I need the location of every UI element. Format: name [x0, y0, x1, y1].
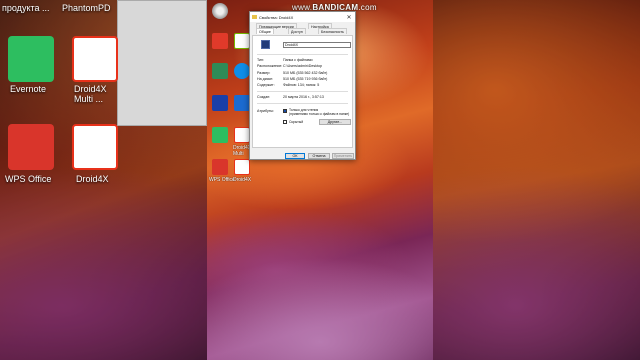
- tab-sharing[interactable]: Доступ: [288, 28, 306, 34]
- left-blurred-background: продукта ... PhantomPD Evernote Droid4X …: [0, 0, 207, 360]
- wps-office-icon[interactable]: [212, 159, 228, 175]
- hidden-label: Скрытый: [289, 120, 304, 124]
- wps-office-icon[interactable]: [8, 124, 54, 170]
- cd-icon[interactable]: [212, 3, 228, 19]
- dialog-titlebar[interactable]: Свойства: Droid4X ✕: [250, 12, 355, 22]
- attributes-label: Атрибуты:: [257, 109, 274, 113]
- droid4x-icon[interactable]: [234, 159, 250, 175]
- desktop-label-droid4x: Droid4X: [233, 177, 252, 183]
- row-size: Размер: 510 МБ (535 562 432 байт): [257, 71, 328, 75]
- tab-security[interactable]: Безопасность: [318, 28, 347, 34]
- readonly-sublabel: (применимо только к файлам в папке): [289, 112, 350, 116]
- left-label-evernote: Evernote: [10, 84, 47, 94]
- droid4x-icon[interactable]: [72, 124, 118, 170]
- folder-name-field[interactable]: Droid4X: [283, 42, 351, 48]
- left-top-text-1: продукта ...: [2, 3, 50, 13]
- row-location: Расположение:C:\Users\admin\Desktop: [257, 64, 322, 68]
- teamviewer-icon[interactable]: [234, 63, 250, 79]
- droid4x-multi-icon[interactable]: [234, 127, 250, 143]
- row-created: Создан: 20 марта 2016 г., 3:57:13: [257, 95, 324, 99]
- tab-general[interactable]: Общие: [256, 28, 274, 34]
- evernote-icon[interactable]: [8, 36, 54, 82]
- divider: [257, 91, 348, 92]
- dialog-title: Свойства: Droid4X: [259, 14, 294, 20]
- properties-dialog: Свойства: Droid4X ✕ Предыдущие версии На…: [249, 11, 356, 160]
- left-label-droid4x: Droid4X: [76, 174, 109, 184]
- app-icon[interactable]: [234, 95, 250, 111]
- desktop-label-wps-office: WPS Office: [209, 177, 235, 183]
- readonly-checkbox[interactable]: [283, 109, 287, 113]
- folder-icon: [252, 15, 257, 19]
- row-contains: Содержит: Файлов: 134; папок: 5: [257, 83, 320, 87]
- background-window: [117, 0, 207, 126]
- ok-button[interactable]: ОК: [285, 153, 305, 159]
- hidden-checkbox[interactable]: [283, 120, 287, 124]
- divider: [257, 103, 348, 104]
- row-type: Тип: Папка с файлами: [257, 58, 313, 62]
- right-blurred-background: [433, 0, 640, 360]
- app-icon[interactable]: [212, 63, 228, 79]
- divider: [257, 54, 348, 55]
- left-label-droid4x-multi: Droid4X Multi ...: [74, 84, 107, 104]
- asus-icon[interactable]: [212, 95, 228, 111]
- left-top-text-2: PhantomPD: [62, 3, 111, 13]
- tab-strip: Предыдущие версии Настройка Общие Доступ…: [252, 23, 353, 35]
- right-dim-overlay: [433, 0, 640, 360]
- evernote-icon[interactable]: [212, 127, 228, 143]
- general-panel: Droid4X Тип: Папка с файлами Расположение…: [252, 35, 353, 148]
- close-icon[interactable]: ✕: [345, 14, 353, 21]
- left-label-wps-office: WPS Office: [5, 174, 52, 184]
- folder-large-icon: [261, 40, 270, 49]
- nvidia-icon[interactable]: [234, 33, 250, 49]
- advanced-button[interactable]: Другие...: [319, 119, 351, 125]
- app-icon[interactable]: [212, 33, 228, 49]
- cancel-button[interactable]: Отмена: [308, 153, 330, 159]
- row-size-on-disk: На диске: 510 МБ (535 719 936 байт): [257, 77, 328, 81]
- apply-button[interactable]: Применить: [332, 153, 354, 159]
- droid4x-multi-icon[interactable]: [72, 36, 118, 82]
